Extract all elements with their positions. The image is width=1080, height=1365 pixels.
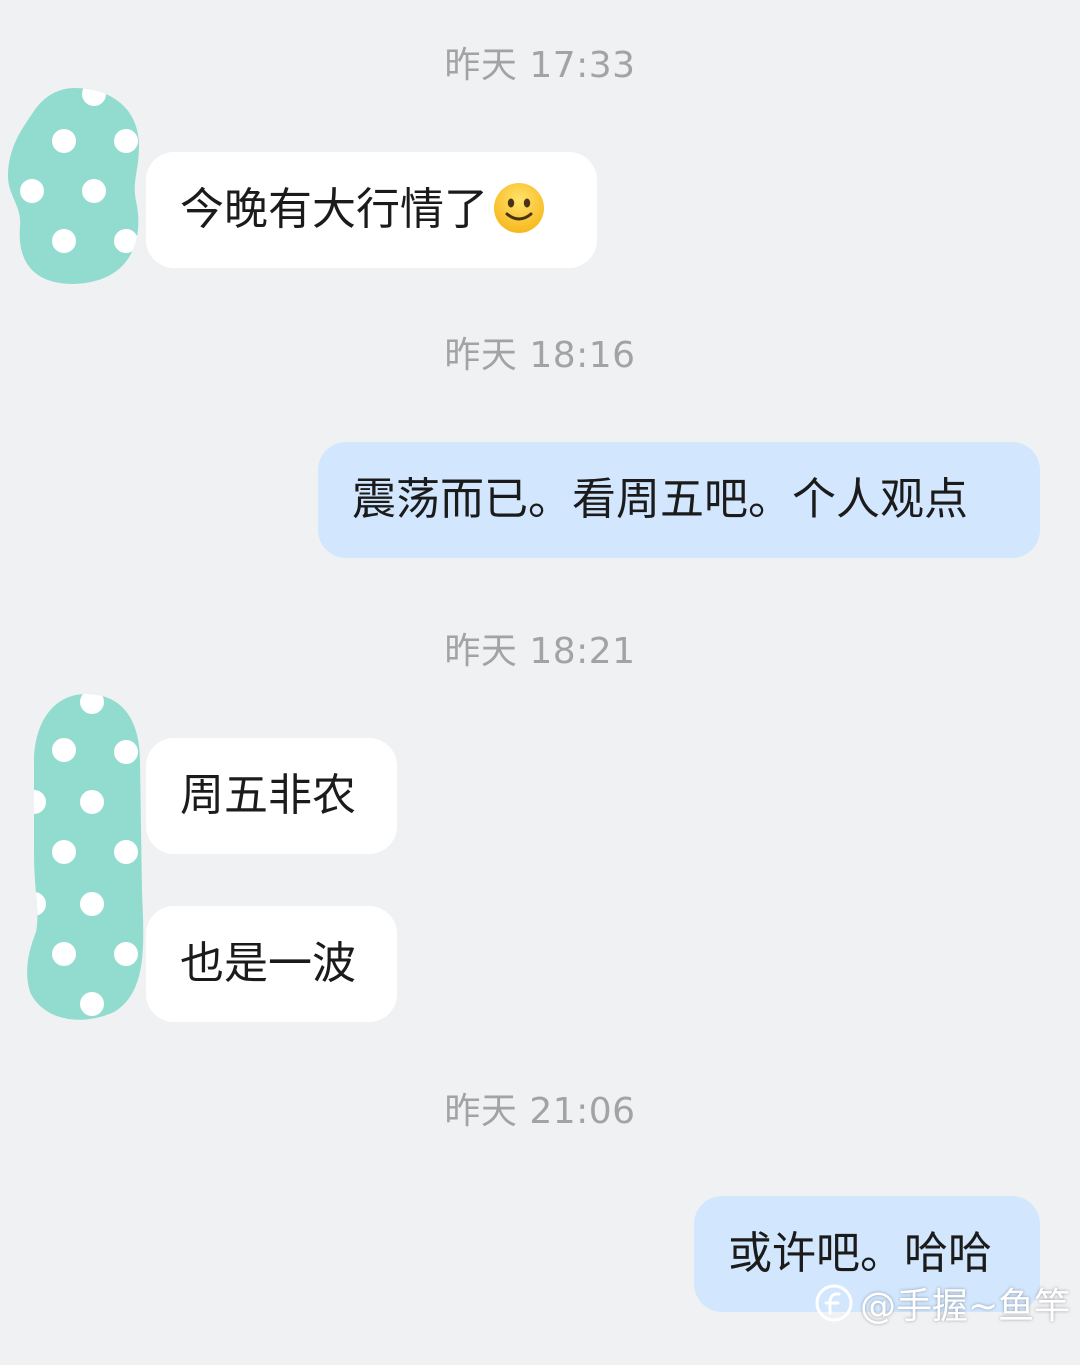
message-text: 或许吧。哈哈 (728, 1228, 992, 1279)
timestamp-1821: 昨天 18:21 (444, 631, 636, 672)
message-bubble-incoming[interactable]: 周五非农 (146, 738, 397, 854)
timestamp-1733: 昨天 17:33 (444, 45, 636, 86)
message-bubble-incoming[interactable]: 也是一波 (146, 906, 397, 1022)
contact-avatar[interactable] (24, 692, 148, 1022)
contact-avatar[interactable] (4, 86, 144, 288)
message-text: 震荡而已。看周五吧。个人观点 (352, 474, 968, 525)
slightly-smiling-face-icon (494, 183, 544, 233)
message-bubble-outgoing[interactable]: 震荡而已。看周五吧。个人观点 (318, 442, 1040, 558)
timestamp-2106: 昨天 21:06 (444, 1091, 636, 1132)
watermark-text: @手握~鱼竿 (860, 1286, 1071, 1327)
message-bubble-incoming[interactable]: 今晚有大行情了 (146, 152, 597, 268)
app-logo-icon (815, 1284, 853, 1322)
watermark: @手握~鱼竿 (814, 1278, 1070, 1328)
message-text: 也是一波 (180, 938, 356, 989)
message-text: 今晚有大行情了 (180, 184, 488, 235)
timestamp-1816: 昨天 18:16 (444, 335, 636, 376)
message-text: 周五非农 (180, 770, 356, 821)
